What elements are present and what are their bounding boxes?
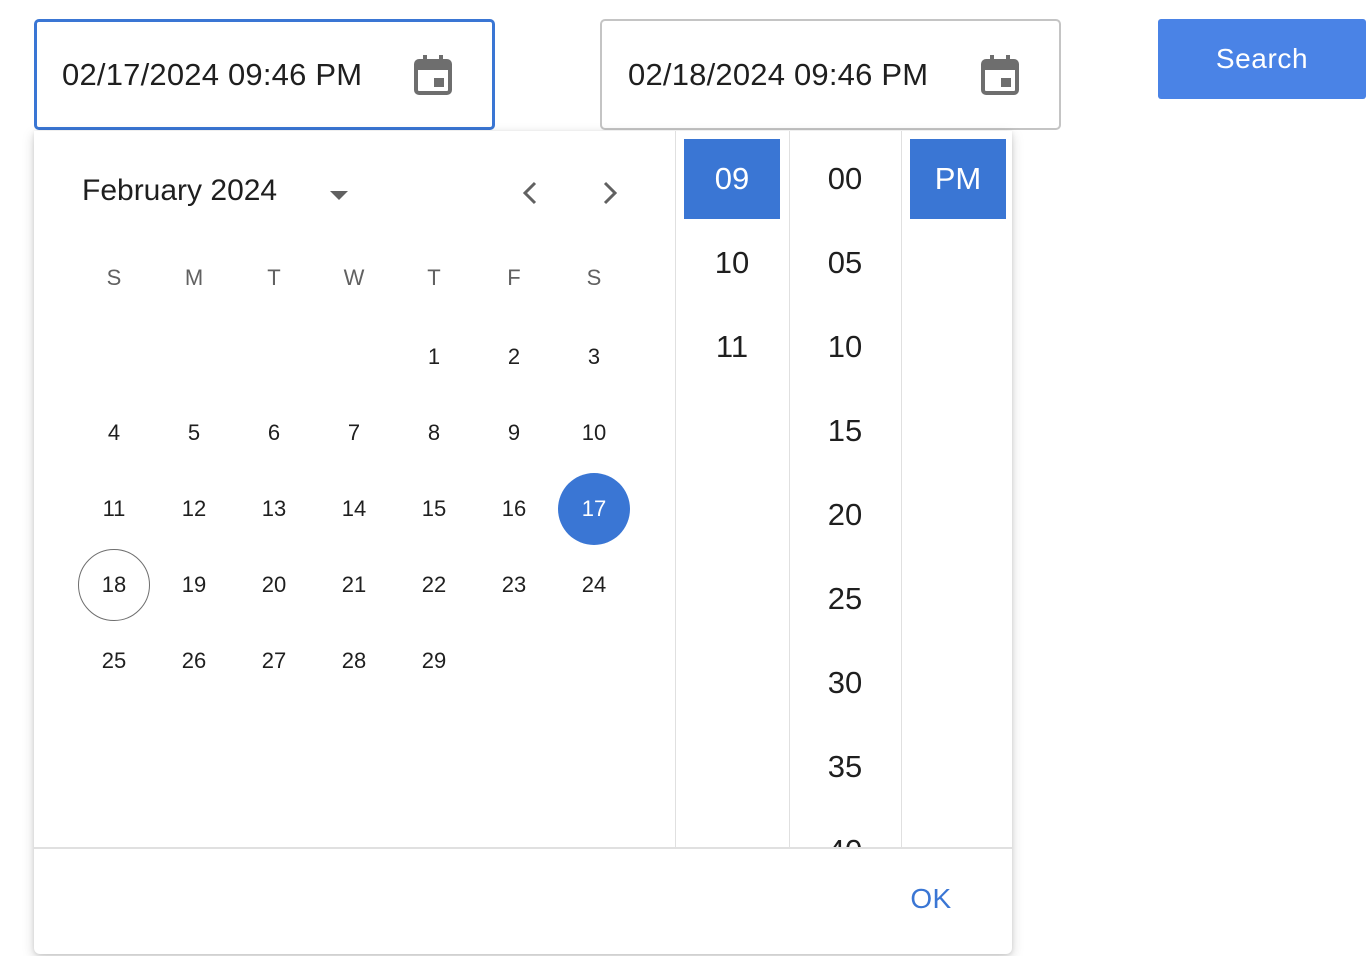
- hour-column[interactable]: 09 10 11: [675, 131, 789, 847]
- day-cell[interactable]: 10: [558, 397, 630, 469]
- day-cell[interactable]: 15: [398, 473, 470, 545]
- search-button[interactable]: Search: [1158, 19, 1366, 99]
- minute-option[interactable]: 05: [790, 223, 900, 303]
- day-cell[interactable]: 7: [318, 397, 390, 469]
- day-cell[interactable]: 24: [558, 549, 630, 621]
- day-cell[interactable]: 29: [398, 625, 470, 697]
- day-cell[interactable]: 6: [238, 397, 310, 469]
- start-datetime-value: 02/17/2024 09:46 PM: [62, 56, 363, 92]
- day-cell[interactable]: 12: [158, 473, 230, 545]
- hour-option[interactable]: 11: [684, 307, 780, 387]
- day-cell[interactable]: 26: [158, 625, 230, 697]
- ok-button[interactable]: OK: [896, 883, 966, 919]
- weekday-label: S: [586, 265, 602, 290]
- day-cell[interactable]: 11: [78, 473, 150, 545]
- calendar-icon[interactable]: [414, 54, 452, 95]
- day-cell[interactable]: 23: [478, 549, 550, 621]
- day-cell[interactable]: 21: [318, 549, 390, 621]
- day-cell[interactable]: 27: [238, 625, 310, 697]
- ampm-option[interactable]: PM: [910, 139, 1006, 219]
- weekday-label: W: [343, 265, 365, 290]
- minute-option[interactable]: 25: [790, 559, 900, 639]
- minute-option[interactable]: 40: [790, 811, 900, 847]
- day-cell[interactable]: 3: [558, 321, 630, 393]
- end-datetime-field[interactable]: 02/18/2024 09:46 PM: [600, 19, 1061, 130]
- minute-option[interactable]: 20: [790, 475, 900, 555]
- minute-option[interactable]: 00: [790, 139, 900, 219]
- day-cell[interactable]: 22: [398, 549, 470, 621]
- day-cell[interactable]: 13: [238, 473, 310, 545]
- weekday-label: S: [106, 265, 122, 290]
- month-year-label: February 2024: [82, 174, 278, 207]
- hour-option[interactable]: 10: [684, 223, 780, 303]
- chevron-left-icon[interactable]: [514, 175, 546, 211]
- weekday-label: T: [267, 265, 281, 290]
- minute-option[interactable]: 15: [790, 391, 900, 471]
- day-cell[interactable]: 28: [318, 625, 390, 697]
- weekday-label: T: [427, 265, 441, 290]
- start-datetime-field[interactable]: 02/17/2024 09:46 PM: [34, 19, 495, 130]
- day-cell[interactable]: 16: [478, 473, 550, 545]
- weekday-label: F: [507, 265, 521, 290]
- day-cell[interactable]: 20: [238, 549, 310, 621]
- day-cell[interactable]: 4: [78, 397, 150, 469]
- day-cell[interactable]: 5: [158, 397, 230, 469]
- calendar-icon[interactable]: [981, 54, 1019, 95]
- day-cell[interactable]: 8: [398, 397, 470, 469]
- day-cell[interactable]: 17: [558, 473, 630, 545]
- end-datetime-value: 02/18/2024 09:46 PM: [628, 56, 929, 92]
- weekday-label: M: [184, 265, 204, 290]
- day-cell[interactable]: 2: [478, 321, 550, 393]
- day-cell[interactable]: 18: [78, 549, 150, 621]
- datetime-picker-popup: February 2024 SMTWTFS 1 2 3 4 5 6 7 8 9 10 11 12 13 1…: [34, 131, 1012, 954]
- chevron-down-icon[interactable]: [324, 183, 354, 205]
- minute-option[interactable]: 30: [790, 643, 900, 723]
- ampm-column[interactable]: PM: [901, 131, 1012, 847]
- minute-option[interactable]: 35: [790, 727, 900, 807]
- minute-option[interactable]: 10: [790, 307, 900, 387]
- day-cell[interactable]: 9: [478, 397, 550, 469]
- day-cell[interactable]: 25: [78, 625, 150, 697]
- footer-divider: [34, 847, 1012, 849]
- day-cell[interactable]: 19: [158, 549, 230, 621]
- day-cell[interactable]: 14: [318, 473, 390, 545]
- chevron-right-icon[interactable]: [594, 175, 626, 211]
- hour-option[interactable]: 09: [684, 139, 780, 219]
- day-cell[interactable]: 1: [398, 321, 470, 393]
- minute-column[interactable]: 0005101520253035 40: [789, 131, 901, 847]
